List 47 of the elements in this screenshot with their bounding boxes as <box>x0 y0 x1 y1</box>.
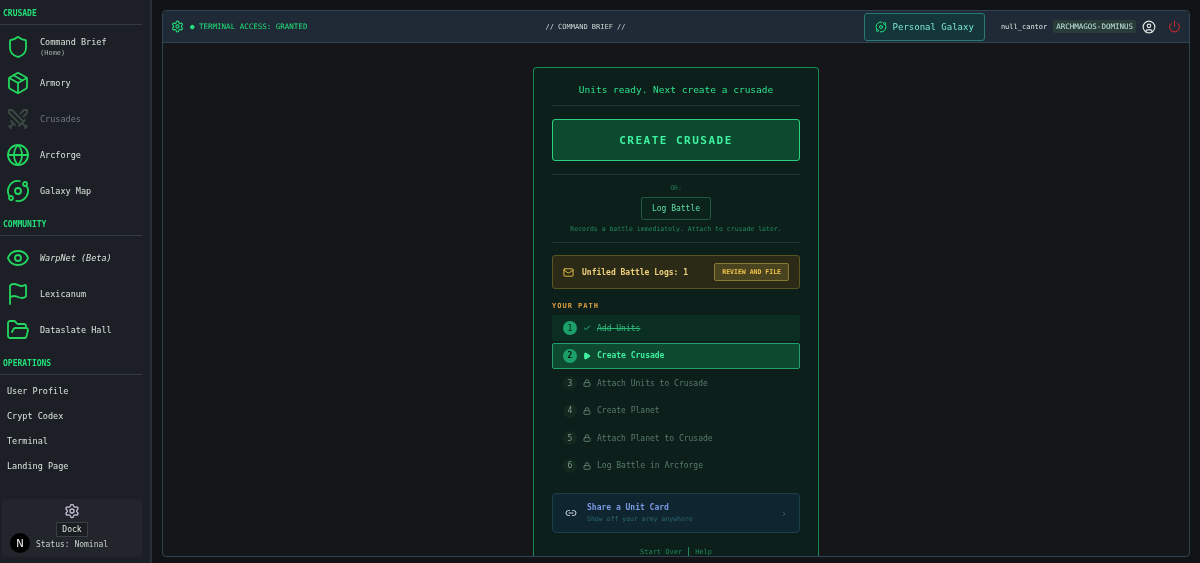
folder-icon <box>6 318 30 342</box>
sidebar-item[interactable]: Lexicanum <box>0 276 142 312</box>
power-icon[interactable] <box>1168 20 1181 33</box>
alert-text: Unfiled Battle Logs: 1 <box>582 267 689 277</box>
flag-icon <box>6 282 30 306</box>
mail-icon <box>563 266 574 278</box>
sidebar-item[interactable]: Dataslate Hall <box>0 312 142 348</box>
n-badge[interactable]: N <box>10 533 30 553</box>
path-step[interactable]: 2 Create Crusade <box>552 342 800 369</box>
create-crusade-button[interactable]: CREATE CRUSADE <box>552 119 800 161</box>
user-icon[interactable] <box>1142 19 1156 34</box>
orbit-icon <box>874 20 887 33</box>
orbit-icon <box>6 179 30 203</box>
path-step[interactable]: 4 Create Planet <box>552 397 800 424</box>
lock-icon <box>583 434 591 442</box>
galaxy-button[interactable]: Personal Galaxy <box>863 12 985 41</box>
swords-icon <box>6 107 30 131</box>
path-step[interactable]: 3 Attach Units to Crusade <box>552 370 800 396</box>
sidebar-item[interactable]: WarpNet (Beta) <box>0 240 142 276</box>
path-step[interactable]: 5 Attach Planet to Crusade <box>552 425 800 451</box>
log-battle-button[interactable]: Log Battle <box>640 197 712 220</box>
play-icon <box>583 351 591 360</box>
section-title: CRUSADE <box>0 6 142 25</box>
section-title: COMMUNITY <box>0 217 142 236</box>
settings-icon[interactable] <box>64 503 80 519</box>
sidebar-item[interactable]: Arcforge <box>0 137 142 173</box>
sidebar-link[interactable]: User Profile <box>0 379 142 404</box>
crate-icon <box>6 71 30 95</box>
card-heading: Units ready. Next create a crusade <box>552 68 800 106</box>
sidebar-link[interactable]: Terminal <box>0 429 142 454</box>
dock-button[interactable]: Dock <box>56 522 88 537</box>
link-icon <box>565 507 577 519</box>
check-icon <box>583 324 591 332</box>
sidebar-item[interactable]: Armory <box>0 65 142 101</box>
section-title: OPERATIONS <box>0 356 142 375</box>
path-step[interactable]: 6 Log Battle in Arcforge <box>552 452 800 479</box>
lock-icon <box>583 461 591 470</box>
path-step[interactable]: 1 Add Units <box>552 315 800 341</box>
sidebar-link[interactable]: Landing Page <box>0 454 142 479</box>
lock-icon <box>583 406 591 415</box>
globe-icon <box>6 143 30 167</box>
sidebar-item[interactable]: Galaxy Map <box>0 173 142 209</box>
settings-icon[interactable] <box>171 20 184 33</box>
lock-icon <box>583 379 591 387</box>
shield-icon <box>6 35 30 59</box>
status-text: Status: Nominal <box>35 540 109 549</box>
sidebar-link[interactable]: Crypt Codex <box>0 404 142 429</box>
